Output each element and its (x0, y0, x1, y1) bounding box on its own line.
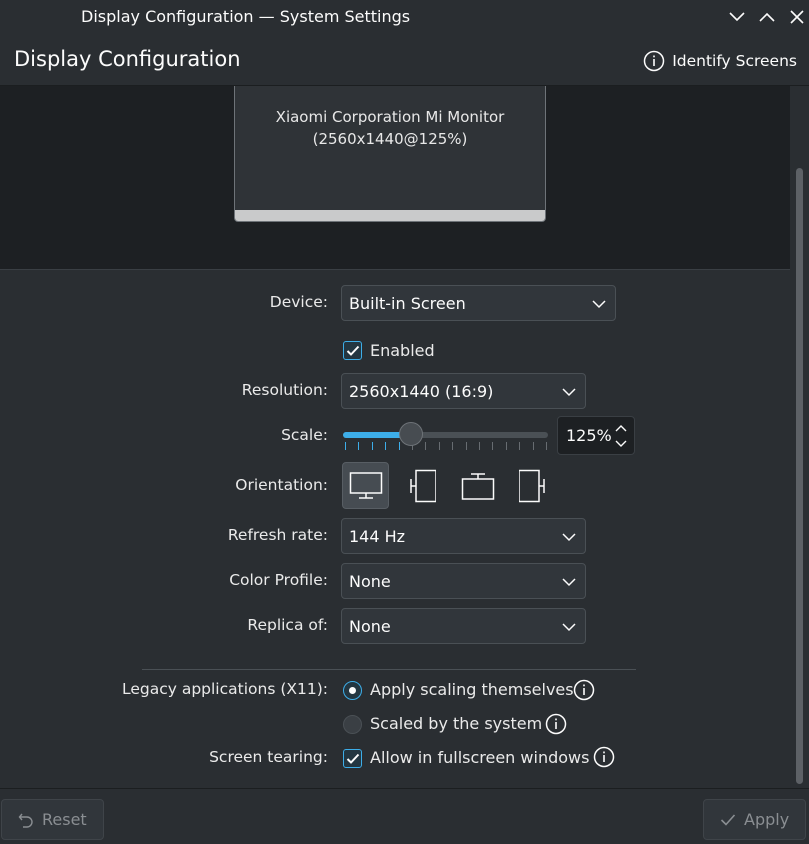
scale-tick (492, 442, 494, 450)
device-dropdown[interactable]: Built-in Screen (341, 285, 616, 321)
reset-button[interactable]: Reset (1, 799, 104, 840)
chevron-down-icon (562, 623, 576, 632)
orientation-right-button[interactable] (510, 462, 557, 509)
monitor-rotate-right-icon (518, 469, 545, 502)
chevron-up-icon (759, 12, 775, 22)
scale-tick (371, 442, 373, 450)
replica-of-value: None (349, 616, 391, 636)
apply-scaling-radio[interactable] (343, 681, 362, 700)
scale-tick (479, 442, 480, 450)
scaled-by-system-radio[interactable] (343, 715, 362, 734)
refresh-rate-value: 144 Hz (349, 526, 406, 546)
device-label: Device: (269, 293, 328, 311)
monitor-bezel (235, 210, 545, 221)
color-profile-label: Color Profile: (229, 571, 328, 589)
enabled-checkbox[interactable] (343, 341, 362, 360)
scale-tick (532, 442, 534, 450)
apply-button[interactable]: Apply (703, 799, 807, 840)
spin-arrows-icon (615, 425, 627, 447)
scale-tick (425, 442, 427, 450)
chevron-down-icon (562, 578, 576, 587)
scaled-by-system-label: Scaled by the system (370, 714, 543, 733)
title-bar: Display Configuration — System Settings (0, 0, 809, 34)
info-icon (643, 50, 665, 72)
resolution-value: 2560x1440 (16:9) (349, 381, 494, 401)
orientation-inverted-button[interactable] (454, 462, 501, 509)
allow-tearing-label: Allow in fullscreen windows (370, 748, 590, 767)
orientation-landscape-button[interactable] (342, 462, 389, 509)
undo-icon (18, 813, 33, 828)
scale-tick (345, 442, 346, 450)
chevron-down-icon (729, 12, 745, 22)
scale-tick (358, 442, 360, 450)
enabled-label: Enabled (370, 341, 435, 360)
scrollbar-thumb[interactable] (796, 168, 803, 784)
scale-tick (398, 442, 400, 450)
color-profile-dropdown[interactable]: None (341, 563, 586, 599)
monitor-tile[interactable]: Xiaomi Corporation Mi Monitor (2560x1440… (234, 86, 546, 222)
refresh-rate-label: Refresh rate: (227, 526, 328, 544)
legacy-apps-label: Legacy applications (X11): (121, 680, 328, 698)
replica-of-dropdown[interactable]: None (341, 608, 586, 644)
device-value: Built-in Screen (349, 293, 466, 313)
monitor-mode: (2560x1440@125%) (312, 130, 468, 148)
scrollbar[interactable] (790, 86, 809, 788)
replica-of-label: Replica of: (247, 616, 328, 634)
chevron-down-icon (592, 300, 606, 309)
orientation-left-button[interactable] (397, 462, 444, 509)
apply-scaling-label: Apply scaling themselves (370, 680, 574, 699)
checkmark-icon (720, 813, 736, 826)
scale-slider-handle[interactable] (398, 422, 423, 446)
identify-screens-label: Identify Screens (672, 52, 797, 70)
scale-value: 125% (566, 426, 612, 445)
info-icon[interactable] (573, 679, 595, 701)
color-profile-value: None (349, 571, 391, 591)
reset-label: Reset (42, 810, 87, 829)
page-title: Display Configuration (14, 47, 241, 71)
scale-tick (546, 442, 547, 450)
close-button[interactable] (785, 6, 809, 28)
close-icon (790, 10, 804, 24)
scale-slider-track[interactable] (343, 432, 548, 438)
refresh-rate-dropdown[interactable]: 144 Hz (341, 518, 586, 554)
identify-screens-button[interactable]: Identify Screens (643, 48, 797, 74)
scale-spinbox[interactable]: 125% (557, 416, 635, 455)
scale-tick (438, 442, 440, 450)
scale-tick (452, 442, 454, 450)
chevron-down-icon (562, 388, 576, 397)
chevron-down-icon (562, 533, 576, 542)
resolution-dropdown[interactable]: 2560x1440 (16:9) (341, 373, 586, 409)
maximize-button[interactable] (755, 6, 779, 28)
screen-tearing-label: Screen tearing: (209, 748, 328, 766)
page-header: Display Configuration Identify Screens (0, 34, 809, 86)
monitor-landscape-icon (349, 471, 382, 499)
scale-tick (519, 442, 521, 450)
resolution-label: Resolution: (241, 381, 328, 399)
window-title: Display Configuration — System Settings (81, 7, 411, 26)
monitor-rotate-left-icon (409, 469, 436, 502)
monitor-name: Xiaomi Corporation Mi Monitor (275, 108, 505, 126)
allow-tearing-checkbox[interactable] (343, 749, 362, 768)
apply-label: Apply (744, 810, 790, 829)
checkmark-icon (346, 345, 359, 356)
info-icon[interactable] (545, 713, 567, 735)
scale-tick (465, 442, 467, 450)
scale-tick (385, 442, 387, 450)
scale-label: Scale: (281, 426, 328, 444)
section-divider (142, 669, 636, 670)
orientation-label: Orientation: (235, 476, 328, 494)
monitor-inverted-icon (461, 472, 494, 500)
footer-bar: Reset Apply (0, 788, 809, 844)
checkmark-icon (346, 753, 359, 764)
minimize-button[interactable] (725, 6, 749, 28)
monitor-preview-area: Xiaomi Corporation Mi Monitor (2560x1440… (0, 86, 790, 270)
info-icon[interactable] (593, 746, 615, 768)
scale-tick (505, 442, 507, 450)
